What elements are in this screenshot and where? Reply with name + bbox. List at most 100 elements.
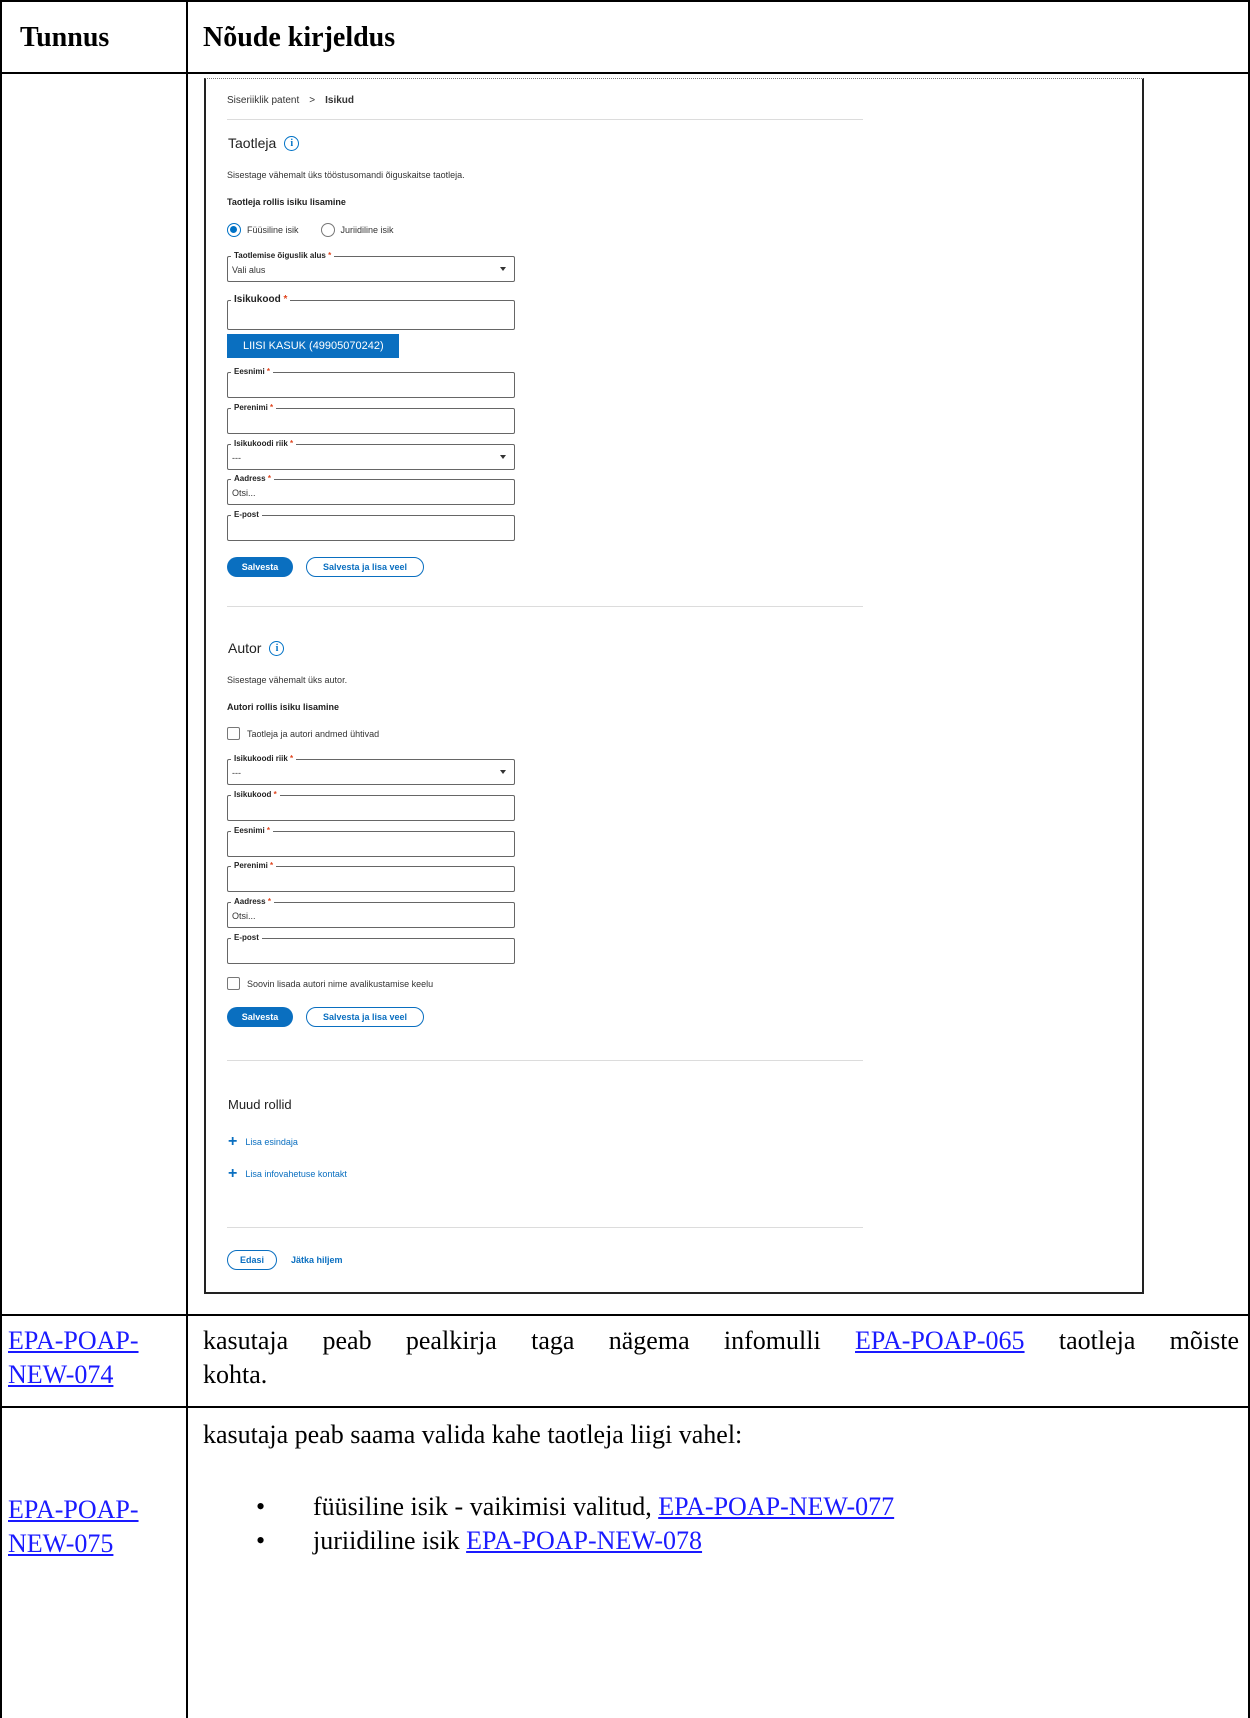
req-077-reference-link[interactable]: EPA-POAP-NEW-077 bbox=[658, 1492, 894, 1521]
radio-natural-person[interactable] bbox=[227, 223, 241, 237]
publish-ban-checkbox-row: Soovin lisada autori nime avalikustamise… bbox=[227, 977, 433, 990]
req-074-text-start: kasutaja peab pealkirja taga nägema info… bbox=[203, 1326, 856, 1355]
first-name-input[interactable]: Eesnimi * bbox=[227, 367, 515, 398]
requirement-id-075[interactable]: EPA-POAP- NEW-075 bbox=[8, 1493, 139, 1561]
continue-later-link[interactable]: Jätka hiljem bbox=[291, 1255, 343, 1265]
email-input[interactable]: E-post bbox=[227, 510, 515, 541]
divider bbox=[227, 1227, 863, 1228]
chevron-down-icon bbox=[500, 267, 506, 271]
requirement-id-074-line2: NEW-074 bbox=[8, 1360, 114, 1389]
required-mark: * bbox=[266, 826, 271, 835]
add-contact-label: Lisa infovahetuse kontakt bbox=[245, 1169, 347, 1179]
id-code-label: Isikukood bbox=[234, 294, 281, 305]
author-id-code-label: Isikukood bbox=[234, 790, 272, 799]
id-code-suggestion[interactable]: LIISI KASUK (49905070242) bbox=[227, 334, 399, 358]
author-first-name-label: Eesnimi bbox=[234, 826, 265, 835]
requirements-table: Tunnus Nõude kirjeldus Siseriiklik paten… bbox=[0, 0, 1250, 1718]
publish-ban-checkbox[interactable] bbox=[227, 977, 240, 990]
applicant-subheading: Taotleja rollis isiku lisamine bbox=[227, 197, 346, 207]
legal-basis-label: Taotlemise õiguslik alus bbox=[234, 251, 326, 260]
breadcrumb-separator-icon: > bbox=[309, 95, 316, 106]
author-first-name-input[interactable]: Eesnimi * bbox=[227, 826, 515, 857]
author-id-code-input[interactable]: Isikukood * bbox=[227, 790, 515, 821]
plus-icon: + bbox=[228, 1165, 238, 1182]
last-name-input[interactable]: Perenimi * bbox=[227, 403, 515, 434]
author-title-text: Autor bbox=[228, 640, 262, 656]
required-mark: * bbox=[290, 754, 294, 763]
same-data-checkbox[interactable] bbox=[227, 727, 240, 740]
add-representative-link[interactable]: + Lisa esindaja bbox=[228, 1133, 298, 1150]
id-country-label: Isikukoodi riik bbox=[234, 439, 288, 448]
author-id-country-label: Isikukoodi riik bbox=[234, 754, 288, 763]
author-save-button[interactable]: Salvesta bbox=[227, 1007, 293, 1027]
required-mark: * bbox=[270, 403, 274, 412]
info-icon[interactable]: i bbox=[284, 135, 300, 151]
required-mark: * bbox=[328, 251, 332, 260]
author-email-input[interactable]: E-post bbox=[227, 933, 515, 964]
required-mark: * bbox=[267, 897, 271, 906]
author-address-input[interactable]: Aadress * Otsi... bbox=[227, 897, 515, 928]
divider bbox=[227, 119, 863, 120]
first-name-label: Eesnimi bbox=[234, 367, 265, 376]
required-mark: * bbox=[273, 790, 277, 799]
req-078-reference-link[interactable]: EPA-POAP-NEW-078 bbox=[466, 1526, 702, 1555]
chevron-down-icon bbox=[500, 455, 506, 459]
list-item: füüsiline isik - vaikimisi valitud, EPA-… bbox=[256, 1490, 894, 1524]
author-id-country-select[interactable]: Isikukoodi riik * --- bbox=[227, 754, 515, 785]
applicant-section-title: Taotleja i bbox=[228, 135, 300, 151]
requirement-075-intro: kasutaja peab saama valida kahe taotleja… bbox=[203, 1420, 743, 1449]
divider bbox=[227, 606, 863, 607]
legal-basis-select[interactable]: Taotlemise õiguslik alus * Vali alus bbox=[227, 251, 515, 282]
author-last-name-input[interactable]: Perenimi * bbox=[227, 861, 515, 892]
publish-ban-checkbox-label: Soovin lisada autori nime avalikustamise… bbox=[247, 978, 434, 989]
plus-icon: + bbox=[228, 1133, 238, 1150]
req-074-text-line2: kohta. bbox=[203, 1360, 268, 1389]
save-button[interactable]: Salvesta bbox=[227, 557, 293, 577]
author-section-title: Autor i bbox=[228, 640, 285, 656]
breadcrumb-current: Isikud bbox=[325, 95, 355, 106]
author-save-and-add-button[interactable]: Salvesta ja lisa veel bbox=[306, 1007, 424, 1027]
address-input[interactable]: Aadress * Otsi... bbox=[227, 474, 515, 505]
author-email-label: E-post bbox=[234, 933, 259, 942]
applicant-type-list: füüsiline isik - vaikimisi valitud, EPA-… bbox=[256, 1490, 894, 1558]
required-mark: * bbox=[290, 439, 294, 448]
breadcrumb-parent[interactable]: Siseriiklik patent bbox=[227, 95, 299, 106]
req-074-reference-link[interactable]: EPA-POAP-065 bbox=[855, 1326, 1025, 1355]
required-mark: * bbox=[283, 294, 288, 305]
list-item: juriidiline isik EPA-POAP-NEW-078 bbox=[256, 1524, 894, 1558]
requirement-id-074[interactable]: EPA-POAP- NEW-074 bbox=[8, 1324, 139, 1392]
address-placeholder: Otsi... bbox=[232, 488, 256, 498]
author-subheading: Autori rollis isiku lisamine bbox=[227, 702, 340, 712]
add-contact-link[interactable]: + Lisa infovahetuse kontakt bbox=[228, 1165, 347, 1182]
info-icon[interactable]: i bbox=[269, 640, 285, 656]
save-and-add-button[interactable]: Salvesta ja lisa veel bbox=[306, 557, 424, 577]
embedded-ui-screenshot: Siseriiklik patent > Isikud Taotleja i Sis… bbox=[204, 78, 1144, 1294]
author-address-label: Aadress bbox=[234, 897, 266, 906]
requirement-id-074-line1: EPA-POAP- bbox=[8, 1326, 139, 1355]
author-hint: Sisestage vähemalt üks autor. bbox=[227, 675, 348, 685]
id-code-input[interactable]: Isikukood * bbox=[227, 294, 515, 330]
radio-natural-person-label: Füüsiline isik bbox=[247, 225, 299, 235]
email-label: E-post bbox=[234, 510, 259, 519]
author-address-placeholder: Otsi... bbox=[232, 911, 256, 921]
id-country-select[interactable]: Isikukoodi riik * --- bbox=[227, 439, 515, 470]
divider bbox=[227, 1060, 863, 1061]
other-roles-title: Muud rollid bbox=[228, 1097, 292, 1112]
required-mark: * bbox=[266, 367, 271, 376]
legal-basis-value: Vali alus bbox=[232, 265, 266, 275]
id-country-value: --- bbox=[232, 453, 241, 463]
chevron-down-icon bbox=[500, 770, 506, 774]
column-header-id: Tunnus bbox=[20, 22, 110, 53]
required-mark: * bbox=[267, 474, 271, 483]
author-id-country-value: --- bbox=[232, 768, 241, 778]
last-name-label: Perenimi bbox=[234, 403, 268, 412]
radio-legal-person[interactable] bbox=[320, 223, 335, 237]
applicant-type-radio-group: Füüsiline isik Juriidiline isik bbox=[227, 223, 394, 237]
address-label: Aadress bbox=[234, 474, 266, 483]
applicant-title-text: Taotleja bbox=[228, 135, 277, 151]
next-button[interactable]: Edasi bbox=[227, 1250, 277, 1270]
list-item-text: juriidiline isik bbox=[313, 1526, 467, 1555]
author-last-name-label: Perenimi bbox=[234, 861, 268, 870]
requirement-id-075-line2: NEW-075 bbox=[8, 1529, 114, 1558]
required-mark: * bbox=[270, 861, 274, 870]
